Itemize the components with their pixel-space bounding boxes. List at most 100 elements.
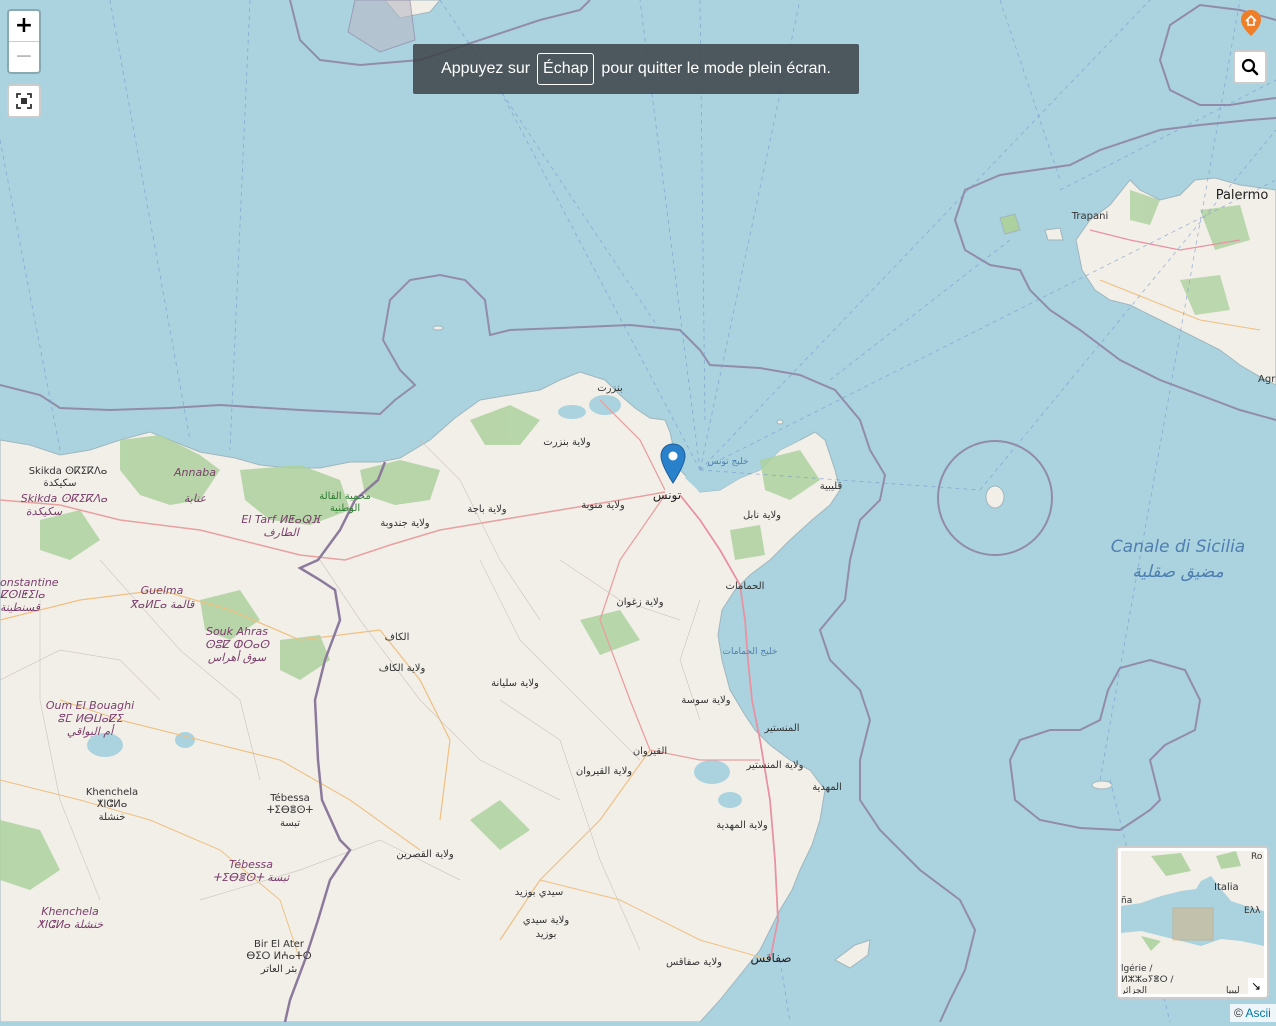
sea-label-canale-ar: مضيق صقلية: [1132, 562, 1223, 582]
place-guelma-1: Guelma: [141, 584, 184, 597]
place-khenchela-2: ⵅⵏⵛⵍⴰ: [97, 799, 127, 810]
place-skikda-it-1: Skikda ⵙⴽⵉⴽⴷⴰ: [21, 492, 108, 505]
place-sidi-bouzid: سيدي بوزيد: [515, 887, 563, 898]
minimap-label-ell: Ελλ: [1244, 906, 1261, 916]
lake-ichkeul: [558, 405, 586, 419]
place-kef: الكاف: [385, 632, 410, 643]
fullscreen-icon: [16, 93, 32, 109]
toast-text-before: Appuyez sur: [441, 60, 531, 77]
place-tebessa-1: Tébessa: [269, 792, 310, 804]
place-wilaya-bizerte: ولاية بنزرت: [543, 437, 591, 448]
sea-label-canale: Canale di Sicilia: [1111, 537, 1245, 557]
place-oum-2: ⵓⵎ ⵍⴱⵡⴰⵇⵉ: [57, 712, 124, 725]
place-palermo: Palermo: [1216, 188, 1269, 203]
minimap-tiles: Italia Ro Ελλ ña lgérie / ⵍⵣⵣⴰⵢⴻⵔ / الجز…: [1121, 851, 1264, 994]
place-wilaya-siliana: ولاية سليانة: [491, 678, 539, 689]
place-khenchela-3: خنشلة: [99, 812, 126, 823]
minimap-label-algerie-3: الجزائر: [1121, 986, 1147, 994]
place-wilaya-zaghouan: ولاية زغوان: [616, 597, 663, 608]
place-khenchela-it-2: ⵅⵏⵛⵍⴰ خنشلة: [37, 918, 104, 931]
place-kelibia: قليبية: [820, 481, 843, 492]
place-oum-1: Oum El Bouaghi: [46, 699, 134, 712]
minimap-label-na: ña: [1121, 896, 1132, 906]
place-guelma-2: ⴳⴰⵍⵎⴰ قالمة: [130, 598, 195, 611]
place-tunis: تونس: [653, 488, 681, 503]
minimap-label-algerie-2: ⵍⵣⵣⴰⵢⴻⵔ /: [1121, 975, 1174, 985]
place-bir-3: بئر العاتر: [260, 964, 298, 975]
fullscreen-button[interactable]: [7, 84, 41, 118]
place-wilaya-sfax: ولاية صفاقس: [666, 957, 722, 968]
place-bir-1: Bir El Ater: [254, 939, 305, 950]
fullscreen-toast: Appuyez sur Échap pour quitter le mode p…: [413, 44, 859, 94]
place-tebessa-3: تبسة: [280, 818, 300, 829]
place-wilaya-kairouan: ولاية القيروان: [576, 766, 632, 777]
place-wilaya-beja: ولاية باجة: [467, 504, 506, 515]
place-souk-ahras-3: سوق أهراس: [208, 650, 267, 664]
zoom-in-button[interactable]: +: [9, 11, 39, 42]
place-wilaya-nabeul: ولاية نابل: [743, 510, 781, 521]
minimap-toggle-button[interactable]: ↘: [1248, 978, 1264, 994]
place-wilaya-jendouba: ولاية جندوبة: [380, 518, 429, 529]
place-wilaya-sidi-bouzid-1: ولاية سيدي: [523, 915, 569, 926]
sea-label-gulf-hammamet: خليج الحمامات: [723, 647, 778, 657]
place-el-tarf-2: الطارف: [263, 526, 300, 539]
place-trapani: Trapani: [1071, 211, 1108, 222]
place-sfax: صفاقس: [751, 951, 792, 966]
zembra: [776, 419, 784, 425]
map-tiles: Canale di Sicilia مضيق صقلية خليج تونس خ…: [0, 0, 1276, 1023]
place-constantine-3: قسنطينة: [0, 601, 41, 614]
location-marker-icon[interactable]: [660, 443, 686, 485]
place-constantine-2: ⵇⵙⵏⵟⵉⵏⴰ: [0, 588, 46, 601]
place-el-kala-2: الوطنية: [330, 503, 360, 514]
lake-kelbia: [694, 760, 730, 784]
toast-text-after: pour quitter le mode plein écran.: [601, 60, 831, 77]
map-canvas[interactable]: Canale di Sicilia مضيق صقلية خليج تونس خ…: [0, 0, 1276, 1023]
place-el-tarf-1: El Tarf ⵍⵟⴰⵕⴼ: [241, 513, 322, 526]
search-button[interactable]: [1233, 50, 1267, 84]
place-tebessa-it-2: ⵜⵉⴱⴻⵙⵜ تبسة: [213, 871, 291, 884]
place-wilaya-kasserine: ولاية القصرين: [396, 849, 453, 860]
minimap-label-italia: Italia: [1214, 882, 1239, 893]
place-souk-ahras-2: ⵙⵓⵇ ⵀⵔⴰⵙ: [205, 638, 270, 651]
place-wilaya-kef: ولاية الكاف: [379, 663, 426, 674]
minimap-label-algerie-1: lgérie /: [1121, 963, 1153, 974]
place-wilaya-sidi-bouzid-2: بوزيد: [536, 929, 557, 940]
escape-key-badge: Échap: [537, 53, 595, 85]
minimap[interactable]: Italia Ro Ελλ ña lgérie / ⵍⵣⵣⴰⵢⴻⵔ / الجز…: [1116, 846, 1269, 999]
place-el-kala-1: محمية القالة: [319, 491, 371, 502]
place-wilaya-mahdia: ولاية المهدية: [716, 820, 768, 831]
place-khenchela-1: Khenchela: [86, 787, 138, 798]
place-tebessa-2: ⵜⵉⴱⴻⵙⵜ: [267, 805, 314, 816]
zoom-out-button[interactable]: −: [9, 42, 39, 72]
search-icon: [1241, 58, 1259, 76]
place-kairouan: القيروان: [633, 746, 667, 757]
place-hammamet: الحمامات: [726, 581, 765, 592]
place-oum-3: أم البواقي: [67, 724, 116, 738]
place-souk-ahras-1: Souk Ahras: [206, 625, 268, 638]
place-agr: Agr: [1258, 374, 1276, 385]
place-monastir: المنستير: [763, 723, 799, 734]
place-bir-2: ⴱⵉⵔ ⵍⵄⴰⵜⵔ: [246, 951, 311, 962]
place-wilaya-monastir: ولاية المنستير: [746, 760, 804, 771]
place-bizerte: بنزرت: [597, 383, 623, 394]
place-annaba-2: عنابة: [184, 492, 207, 505]
home-marker-icon[interactable]: [1239, 9, 1263, 37]
place-mahdia: المهدية: [812, 782, 842, 793]
place-annaba-1: Annaba: [173, 466, 216, 479]
place-khenchela-it-1: Khenchela: [41, 905, 99, 918]
place-wilaya-sousse: ولاية سوسة: [681, 695, 730, 706]
lake-sebkha: [718, 792, 742, 808]
pantelleria: [985, 485, 1005, 509]
attribution-link[interactable]: Ascii: [1246, 1006, 1271, 1020]
sea-label-gulf-tunis: خليج تونس: [707, 457, 748, 467]
galite-island: [432, 325, 444, 331]
attribution-symbol: ©: [1234, 1006, 1243, 1020]
minimap-label-ro: Ro: [1251, 852, 1263, 862]
place-tebessa-it-1: Tébessa: [229, 858, 273, 871]
place-skikda-2: سكيكدة: [44, 478, 77, 489]
place-wilaya-manouba: ولاية منوبة: [581, 500, 625, 511]
place-skikda-1: Skikda ⵙⴽⵉⴽⴷⴰ: [29, 466, 108, 477]
place-skikda-it-2: سكيكدة: [26, 505, 63, 518]
attribution: © Ascii: [1230, 1004, 1276, 1022]
minimap-label-libya: ليبيا: [1226, 986, 1240, 994]
